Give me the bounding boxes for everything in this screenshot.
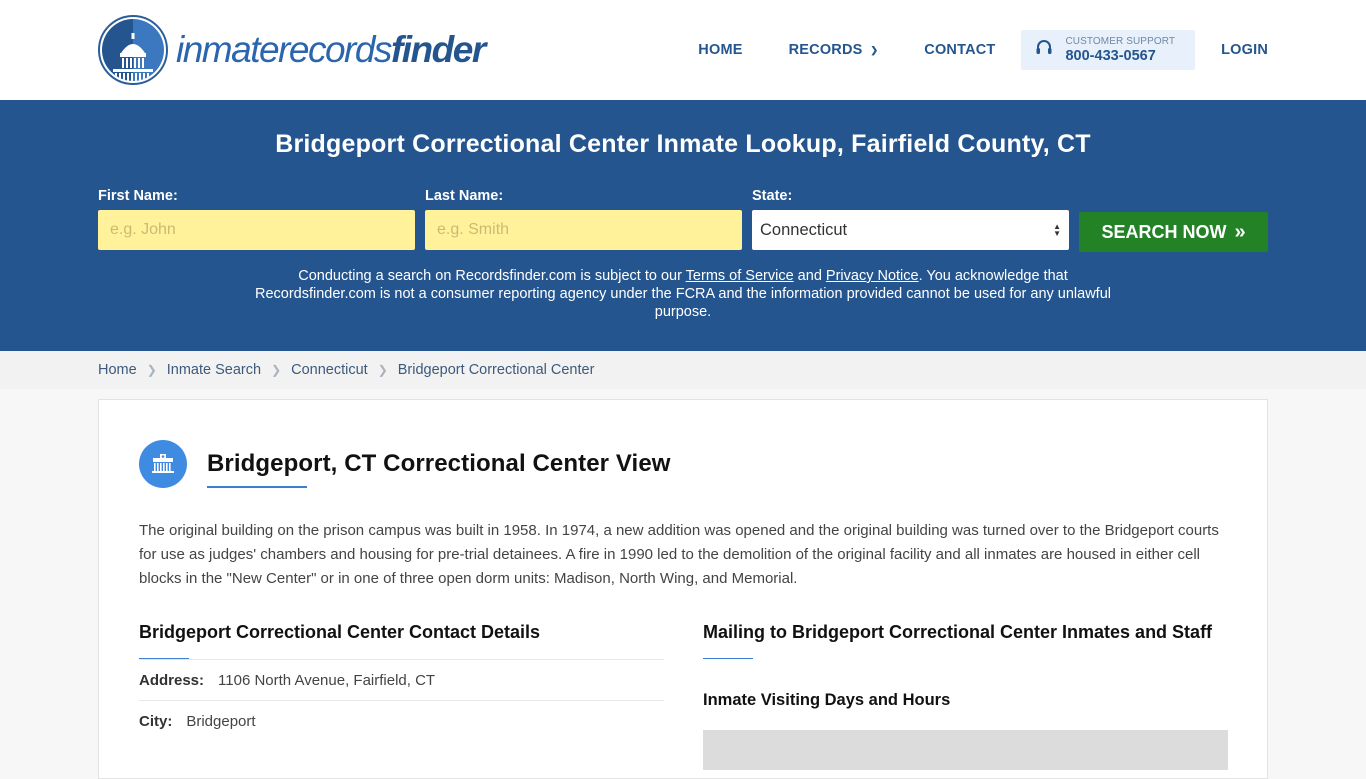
support-label: CUSTOMER SUPPORT [1065,35,1176,47]
logo-text-light: inmaterecords [176,29,392,70]
search-hero: Bridgeport Correctional Center Inmate Lo… [0,100,1366,351]
headset-icon [1035,39,1053,61]
state-label: State: [752,188,793,204]
chevron-down-icon: ❯ [870,44,879,55]
search-disclaimer: Conducting a search on Recordsfinder.com… [255,267,1111,321]
search-now-label: SEARCH NOW [1101,221,1227,242]
contact-details-title: Bridgeport Correctional Center Contact D… [139,622,541,642]
first-name-input[interactable] [98,210,415,250]
chevron-right-icon: ❯ [377,363,388,377]
nav-home[interactable]: HOME [698,42,742,58]
section-underline [703,658,753,659]
detail-value: Bridgeport [186,712,256,730]
detail-label: City: [139,712,173,730]
facility-card: Bridgeport, CT Correctional Center View … [98,399,1268,779]
state-select[interactable]: Connecticut ▲ ▼ [752,210,1069,250]
breadcrumb-inmate-search[interactable]: Inmate Search [167,362,261,378]
breadcrumb-home[interactable]: Home [98,362,137,378]
state-select-value: Connecticut [760,220,848,239]
select-updown-icon: ▲ ▼ [1053,222,1061,238]
disclaimer-text-1: Conducting a search on Recordsfinder.com… [298,268,686,284]
last-name-label: Last Name: [425,188,504,204]
title-underline [207,486,307,488]
nav-records[interactable]: RECORDS ❯ [789,42,879,58]
disclaimer-text-2: and [793,268,826,284]
prison-building-icon [139,440,187,488]
customer-support-button[interactable]: CUSTOMER SUPPORT 800-433-0567 [1021,30,1196,70]
nav-records-label: RECORDS [788,42,863,58]
nav-login[interactable]: LOGIN [1221,42,1268,58]
logo-wordmark: inmaterecordsfinder [176,29,486,71]
card-header: Bridgeport, CT Correctional Center View [139,440,671,488]
first-name-field: First Name: [98,188,415,252]
site-header: inmaterecordsfinder HOME RECORDS ❯ CONTA… [0,0,1366,100]
breadcrumb-current: Bridgeport Correctional Center [397,362,595,378]
main-nav: HOME RECORDS ❯ CONTACT CUSTOMER SUPPORT … [698,30,1268,70]
last-name-input[interactable] [425,210,742,250]
capitol-logo-icon [98,15,168,85]
breadcrumb: Home ❯ Inmate Search ❯ Connecticut ❯ Bri… [0,351,1366,389]
detail-row-city: City: Bridgeport [139,700,664,741]
detail-value: 1106 North Avenue, Fairfield, CT [218,671,436,689]
double-chevron-right-icon: » [1234,220,1246,243]
facility-description: The original building on the prison camp… [139,522,1219,587]
chevron-right-icon: ❯ [271,363,282,377]
search-now-button[interactable]: SEARCH NOW » [1079,212,1268,252]
mailing-title: Mailing to Bridgeport Correctional Cente… [703,622,1213,642]
terms-of-service-link[interactable]: Terms of Service [686,268,794,284]
logo-text-bold: finder [390,29,486,70]
contact-details-section: Bridgeport Correctional Center Contact D… [139,620,664,741]
mailing-section: Mailing to Bridgeport Correctional Cente… [703,620,1228,770]
nav-contact[interactable]: CONTACT [924,42,995,58]
chevron-right-icon: ❯ [146,363,157,377]
detail-row-address: Address: 1106 North Avenue, Fairfield, C… [139,659,664,700]
support-phone: 800-433-0567 [1065,47,1156,64]
privacy-notice-link[interactable]: Privacy Notice [826,268,919,284]
breadcrumb-connecticut[interactable]: Connecticut [291,362,368,378]
site-logo[interactable]: inmaterecordsfinder [98,15,486,85]
visiting-hours-title: Inmate Visiting Days and Hours [703,691,951,709]
page-title: Bridgeport Correctional Center Inmate Lo… [275,130,1091,158]
state-field: State: Connecticut ▲ ▼ [752,188,1069,252]
facility-title: Bridgeport, CT Correctional Center View [207,450,671,477]
last-name-field: Last Name: [425,188,742,252]
first-name-label: First Name: [98,188,178,204]
search-form: First Name: Last Name: State: Connecticu… [98,188,1268,252]
detail-label: Address: [139,671,205,689]
visiting-hours-box [703,730,1228,770]
